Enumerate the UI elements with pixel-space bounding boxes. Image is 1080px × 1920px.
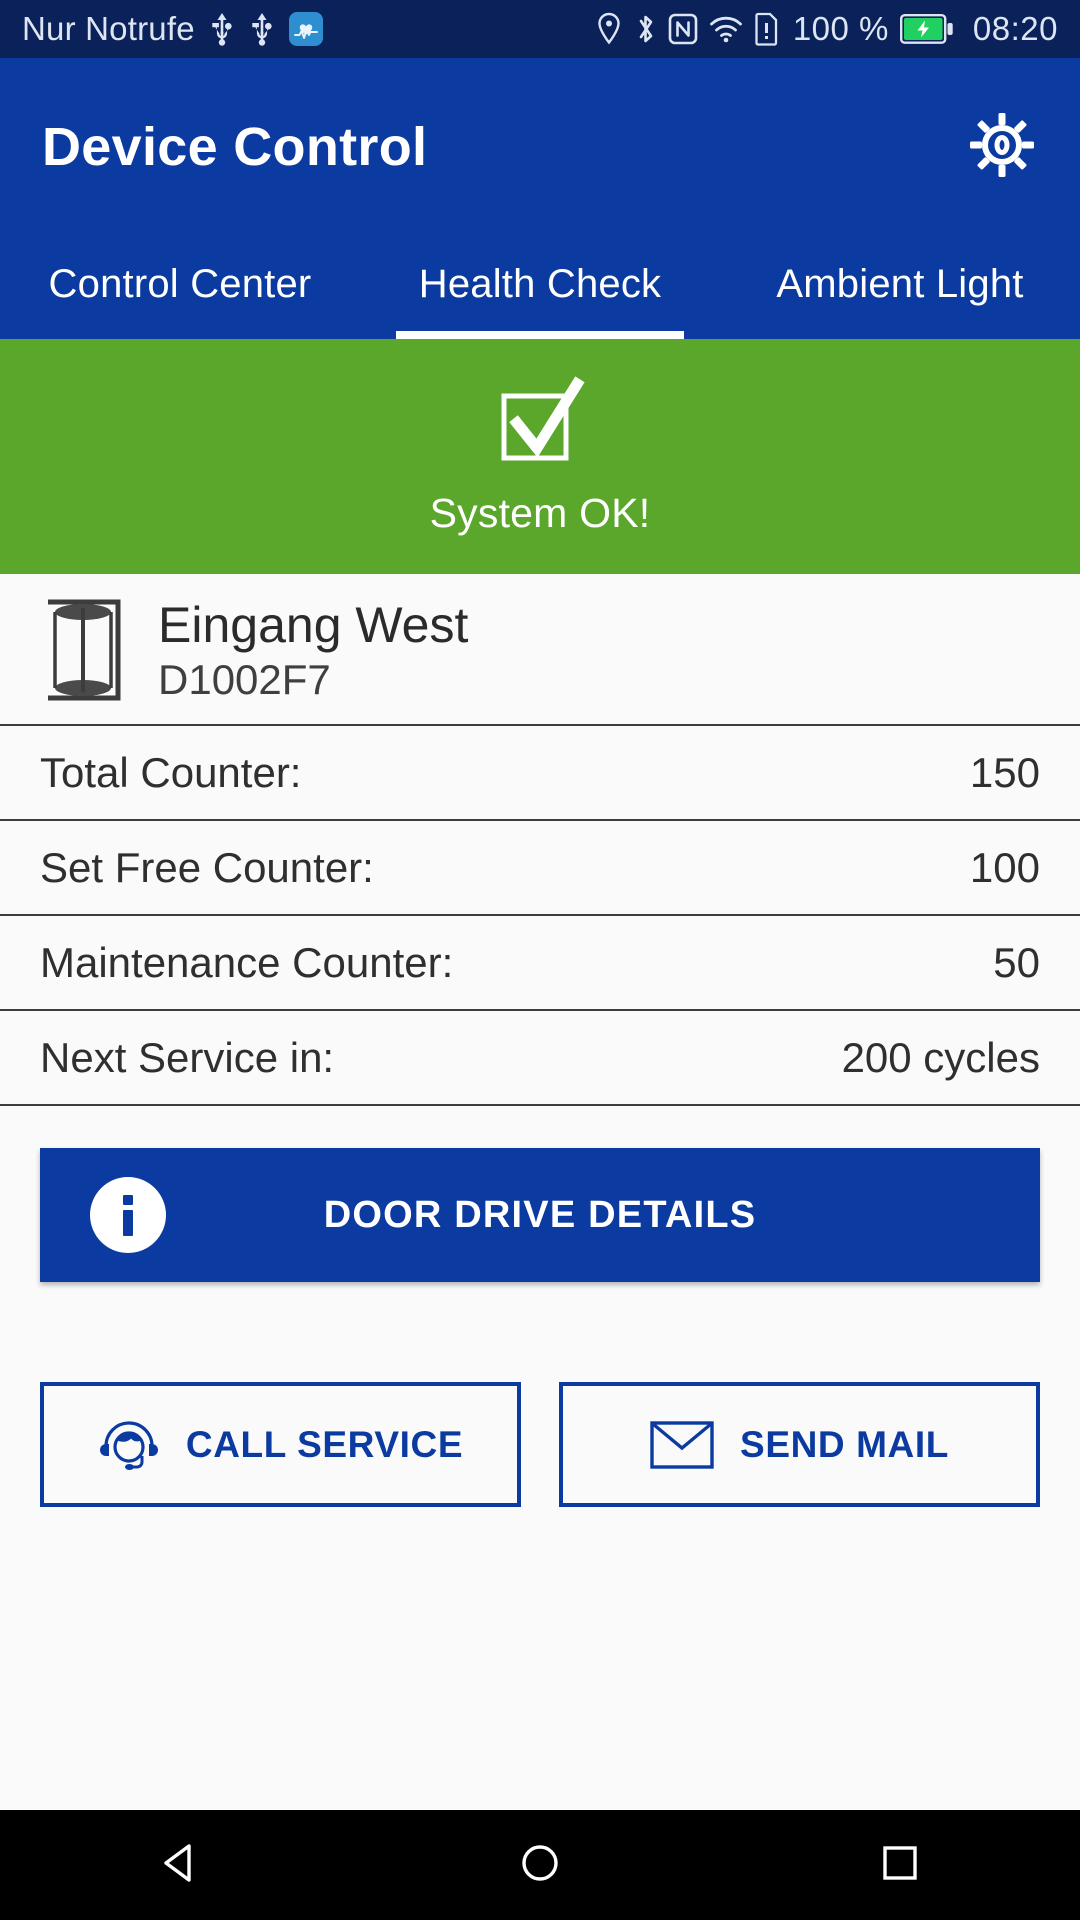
battery-charging-icon [899, 14, 954, 44]
tab-label: Control Center [48, 262, 312, 306]
system-status-banner: System OK! [0, 339, 1080, 574]
tab-label: Health Check [418, 262, 662, 306]
counter-label: Total Counter: [40, 748, 302, 796]
envelope-icon [650, 1420, 714, 1470]
sim-alert-icon [754, 12, 780, 46]
app-bar: Device Control Control Center Health Che… [0, 58, 1080, 339]
info-icon [88, 1175, 168, 1255]
send-mail-label: SEND MAIL [740, 1423, 949, 1465]
usb-icon [249, 12, 275, 46]
counter-value: 50 [993, 938, 1040, 986]
system-status-label: System OK! [429, 490, 651, 536]
system-navigation-bar [0, 1810, 1080, 1920]
counter-label: Maintenance Counter: [40, 938, 454, 986]
tab-bar: Control Center Health Check Ambient Ligh… [0, 236, 1080, 339]
settings-button[interactable] [966, 111, 1038, 183]
counter-row-maintenance: Maintenance Counter: 50 [0, 916, 1080, 1011]
revolving-door-icon [40, 596, 126, 704]
nav-recents-button[interactable] [840, 1810, 960, 1920]
call-service-label: CALL SERVICE [185, 1423, 464, 1465]
phone-screen: Nur Notrufe 100 % 08:20 Device Control C… [0, 0, 1080, 1920]
gear-icon [969, 112, 1035, 183]
wifi-icon [709, 15, 743, 43]
counter-row-set-free: Set Free Counter: 100 [0, 821, 1080, 916]
status-bar: Nur Notrufe 100 % 08:20 [0, 0, 1080, 58]
bluetooth-icon [634, 12, 657, 46]
primary-button-label: DOOR DRIVE DETAILS [323, 1193, 757, 1236]
counter-value: 100 [969, 843, 1040, 891]
nav-home-button[interactable] [480, 1810, 600, 1920]
device-name: Eingang West [158, 596, 469, 653]
counter-value: 200 cycles [841, 1033, 1040, 1081]
headset-support-icon [98, 1414, 160, 1476]
nav-back-button[interactable] [120, 1810, 240, 1920]
counter-row-total: Total Counter: 150 [0, 726, 1080, 821]
primary-button-area: DOOR DRIVE DETAILS [0, 1106, 1080, 1282]
device-header-row[interactable]: Eingang West D1002F7 [0, 574, 1080, 726]
tab-ambient-light[interactable]: Ambient Light [720, 236, 1080, 339]
checkbox-checked-icon [492, 376, 588, 472]
status-bar-left: Nur Notrufe [22, 10, 323, 48]
tab-control-center[interactable]: Control Center [0, 236, 360, 339]
app-bar-top: Device Control [0, 58, 1080, 236]
carrier-label: Nur Notrufe [22, 10, 195, 47]
device-text-block: Eingang West D1002F7 [158, 597, 468, 704]
battery-percent-label: 100 % [792, 10, 889, 47]
location-icon [595, 12, 623, 46]
status-bar-right: 100 % 08:20 [595, 10, 1058, 48]
send-mail-button[interactable]: SEND MAIL [559, 1382, 1040, 1507]
clock-label: 08:20 [972, 10, 1058, 47]
home-circle-icon [517, 1840, 563, 1891]
nfc-icon [668, 13, 698, 45]
device-id: D1002F7 [158, 655, 331, 703]
tab-label: Ambient Light [776, 262, 1024, 306]
back-triangle-icon [157, 1840, 203, 1891]
counter-value: 150 [969, 748, 1040, 796]
health-check-content: Eingang West D1002F7 Total Counter: 150 … [0, 574, 1080, 1810]
tab-health-check[interactable]: Health Check [360, 236, 720, 339]
page-title: Device Control [42, 117, 428, 177]
call-service-button[interactable]: CALL SERVICE [40, 1382, 521, 1507]
recents-square-icon [877, 1840, 923, 1891]
usb-icon [209, 12, 235, 46]
door-drive-details-button[interactable]: DOOR DRIVE DETAILS [40, 1148, 1040, 1282]
health-app-icon [288, 12, 323, 46]
secondary-button-area: CALL SERVICE SEND MAIL [0, 1282, 1080, 1507]
counter-label: Set Free Counter: [40, 843, 374, 891]
counter-label: Next Service in: [40, 1033, 335, 1081]
app-bar-actions [966, 111, 1038, 183]
counter-row-next-service: Next Service in: 200 cycles [0, 1011, 1080, 1106]
